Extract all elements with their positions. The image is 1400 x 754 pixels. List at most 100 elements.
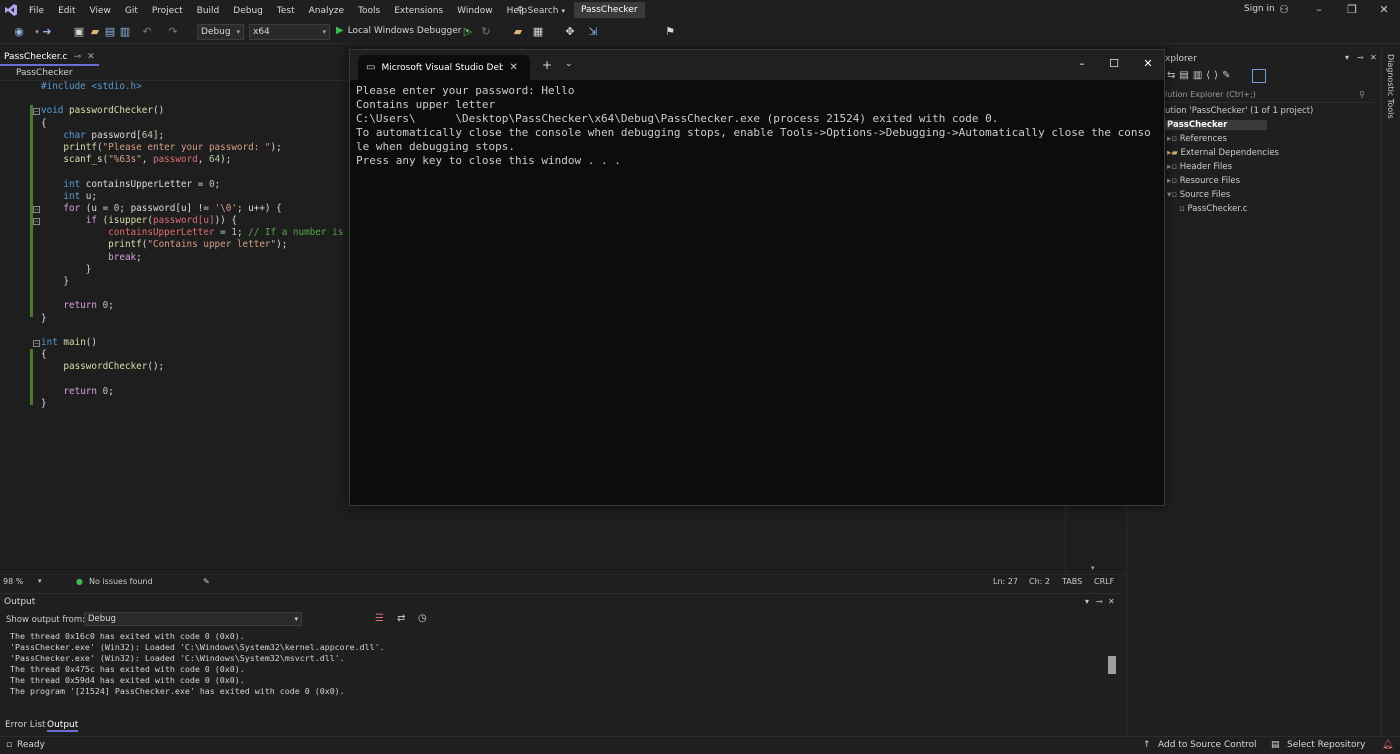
project-nav-select[interactable]: PassChecker [16, 68, 73, 78]
close-icon[interactable]: ✕ [1108, 597, 1115, 606]
tree-item-references[interactable]: ▸▫ References [1167, 134, 1227, 144]
minimize-button[interactable]: – [1305, 2, 1333, 18]
solution-node[interactable]: ution 'PassChecker' (1 of 1 project) [1165, 106, 1313, 116]
tab-output[interactable]: Output [47, 720, 78, 732]
function-name: isupper [108, 215, 147, 226]
step-icon[interactable]: ⇲ [586, 25, 600, 39]
fold-toggle-icon[interactable]: − [33, 340, 40, 347]
new-project-icon[interactable]: ▣ [72, 25, 86, 39]
close-button[interactable]: ✕ [1370, 2, 1398, 18]
menu-analyze[interactable]: Analyze [302, 6, 351, 16]
layout-icon[interactable]: ▦ [531, 25, 545, 39]
tab-error-list[interactable]: Error List [5, 720, 46, 730]
pin-icon[interactable]: ⊸ [1357, 53, 1364, 62]
indent-mode[interactable]: TABS [1062, 577, 1082, 586]
output-source-select[interactable]: Debug ▾ [84, 612, 302, 626]
zoom-select[interactable]: 98 % [3, 577, 23, 586]
word-wrap-icon[interactable]: ⇄ [397, 613, 405, 624]
menu-extensions[interactable]: Extensions [387, 6, 450, 16]
project-node[interactable]: PassChecker [1165, 120, 1267, 130]
tree-item-resource-files[interactable]: ▸▫ Resource Files [1167, 176, 1240, 186]
undo-icon[interactable]: ↶ [140, 25, 154, 39]
preview-icon[interactable] [1252, 69, 1266, 83]
tree-item-header-files[interactable]: ▸▫ Header Files [1167, 162, 1232, 172]
brush-icon[interactable]: ✎ [203, 577, 210, 586]
pin-icon[interactable]: ⊸ [74, 52, 82, 62]
minimize-button[interactable]: – [1070, 56, 1094, 72]
maximize-button[interactable]: ❐ [1338, 2, 1366, 18]
filter-icon: ▸▫ [1167, 162, 1180, 172]
start-without-debugging-icon[interactable]: ▷ [461, 25, 475, 39]
tree-item-external-dependencies[interactable]: ▸▰ External Dependencies [1167, 148, 1279, 158]
new-tab-icon[interactable]: + [542, 58, 552, 72]
notification-bell-icon[interactable]: 🔔︎ [1382, 740, 1393, 750]
close-icon[interactable]: ✕ [509, 62, 517, 73]
solution-toolbar-icons[interactable]: ⇆▤▥⟨⟩✎ [1167, 70, 1234, 81]
forward-icon[interactable]: ➜ [40, 25, 54, 39]
fold-toggle-icon[interactable]: − [33, 218, 40, 225]
menu-view[interactable]: View [83, 6, 118, 16]
include-directive: #include <stdio.h> [41, 81, 142, 92]
add-to-source-control-button[interactable]: Add to Source Control [1158, 740, 1257, 750]
select-repository-button[interactable]: Select Repository [1287, 740, 1365, 750]
tree-item-passchecker-c[interactable]: ▫ PassChecker.c [1179, 204, 1247, 214]
code-text: () [153, 105, 164, 116]
tree-item-label: External Dependencies [1181, 148, 1279, 158]
fold-toggle-icon[interactable]: − [33, 206, 40, 213]
platform-select[interactable]: x64 ▾ [249, 24, 330, 40]
console-tab-title: Microsoft Visual Studio Debug [381, 63, 503, 73]
search-icon: ⚲ [1359, 90, 1365, 99]
fold-toggle-icon[interactable]: − [33, 108, 40, 115]
visual-studio-logo-icon [4, 3, 18, 17]
search-label: Search [528, 6, 559, 16]
diagnostics-icon[interactable]: ✥ [563, 25, 577, 39]
tree-item-source-files[interactable]: ▾▫ Source Files [1167, 190, 1230, 200]
output-scrollbar-thumb[interactable] [1108, 656, 1116, 674]
chevron-down-icon[interactable]: ▾ [1085, 597, 1089, 606]
feedback-icon[interactable]: ⚇ [1270, 2, 1298, 18]
code-line [41, 166, 360, 178]
bookmark-icon[interactable]: ⚑ [663, 25, 677, 39]
menu-build[interactable]: Build [190, 6, 227, 16]
menu-tools[interactable]: Tools [351, 6, 387, 16]
menu-file[interactable]: File [22, 6, 51, 16]
issues-status[interactable]: No issues found [89, 577, 153, 586]
code-line [41, 93, 360, 105]
save-icon[interactable]: ▤ [103, 25, 117, 39]
solution-search-input[interactable]: lution Explorer (Ctrl+;) ⚲ [1165, 90, 1375, 103]
pin-icon[interactable]: ⊸ [1096, 597, 1103, 606]
folder-icon[interactable]: ▰ [511, 25, 525, 39]
clear-all-icon[interactable]: ☰ [375, 613, 384, 624]
start-debugging-button[interactable]: ▶ Local Windows Debugger ▾ [336, 25, 469, 36]
console-tab[interactable]: ▭ Microsoft Visual Studio Debug ✕ [358, 55, 530, 80]
back-icon[interactable]: ◉ [12, 25, 26, 39]
clock-icon[interactable]: ◷ [418, 613, 427, 624]
debug-console-window[interactable]: ▭ Microsoft Visual Studio Debug ✕ + ⌄ – … [349, 49, 1165, 506]
redo-icon[interactable]: ↷ [166, 25, 180, 39]
search-button[interactable]: ⚲ Search ▾ [517, 3, 565, 18]
chevron-down-icon: ▾ [562, 7, 566, 15]
configuration-select[interactable]: Debug ▾ [197, 24, 244, 40]
save-all-icon[interactable]: ▥ [118, 25, 132, 39]
scroll-down-icon[interactable]: ▾ [1091, 564, 1095, 572]
menu-window[interactable]: Window [450, 6, 500, 16]
menu-git[interactable]: Git [118, 6, 145, 16]
menu-debug[interactable]: Debug [226, 6, 270, 16]
tab-passchecker-c[interactable]: PassChecker.c ⊸ ✕ [0, 50, 99, 66]
menu-test[interactable]: Test [270, 6, 302, 16]
close-button[interactable]: ✕ [1136, 56, 1160, 72]
maximize-button[interactable]: ☐ [1102, 56, 1126, 72]
code-text: ]; [153, 130, 164, 141]
hot-reload-icon[interactable]: ↻ [479, 25, 493, 39]
chevron-down-icon[interactable]: ▾ [38, 577, 42, 585]
diagnostic-tools-tab[interactable]: Diagnostic Tools [1386, 54, 1395, 119]
close-icon[interactable]: ✕ [1370, 53, 1377, 62]
menu-edit[interactable]: Edit [51, 6, 82, 16]
chevron-down-icon[interactable]: ⌄ [565, 59, 573, 69]
close-icon[interactable]: ✕ [87, 52, 95, 62]
menu-project[interactable]: Project [145, 6, 190, 16]
line-ending[interactable]: CRLF [1094, 577, 1114, 586]
open-folder-icon[interactable]: ▰ [88, 25, 102, 39]
chevron-down-icon[interactable]: ▾ [1345, 53, 1349, 62]
keyword: return [63, 300, 97, 311]
